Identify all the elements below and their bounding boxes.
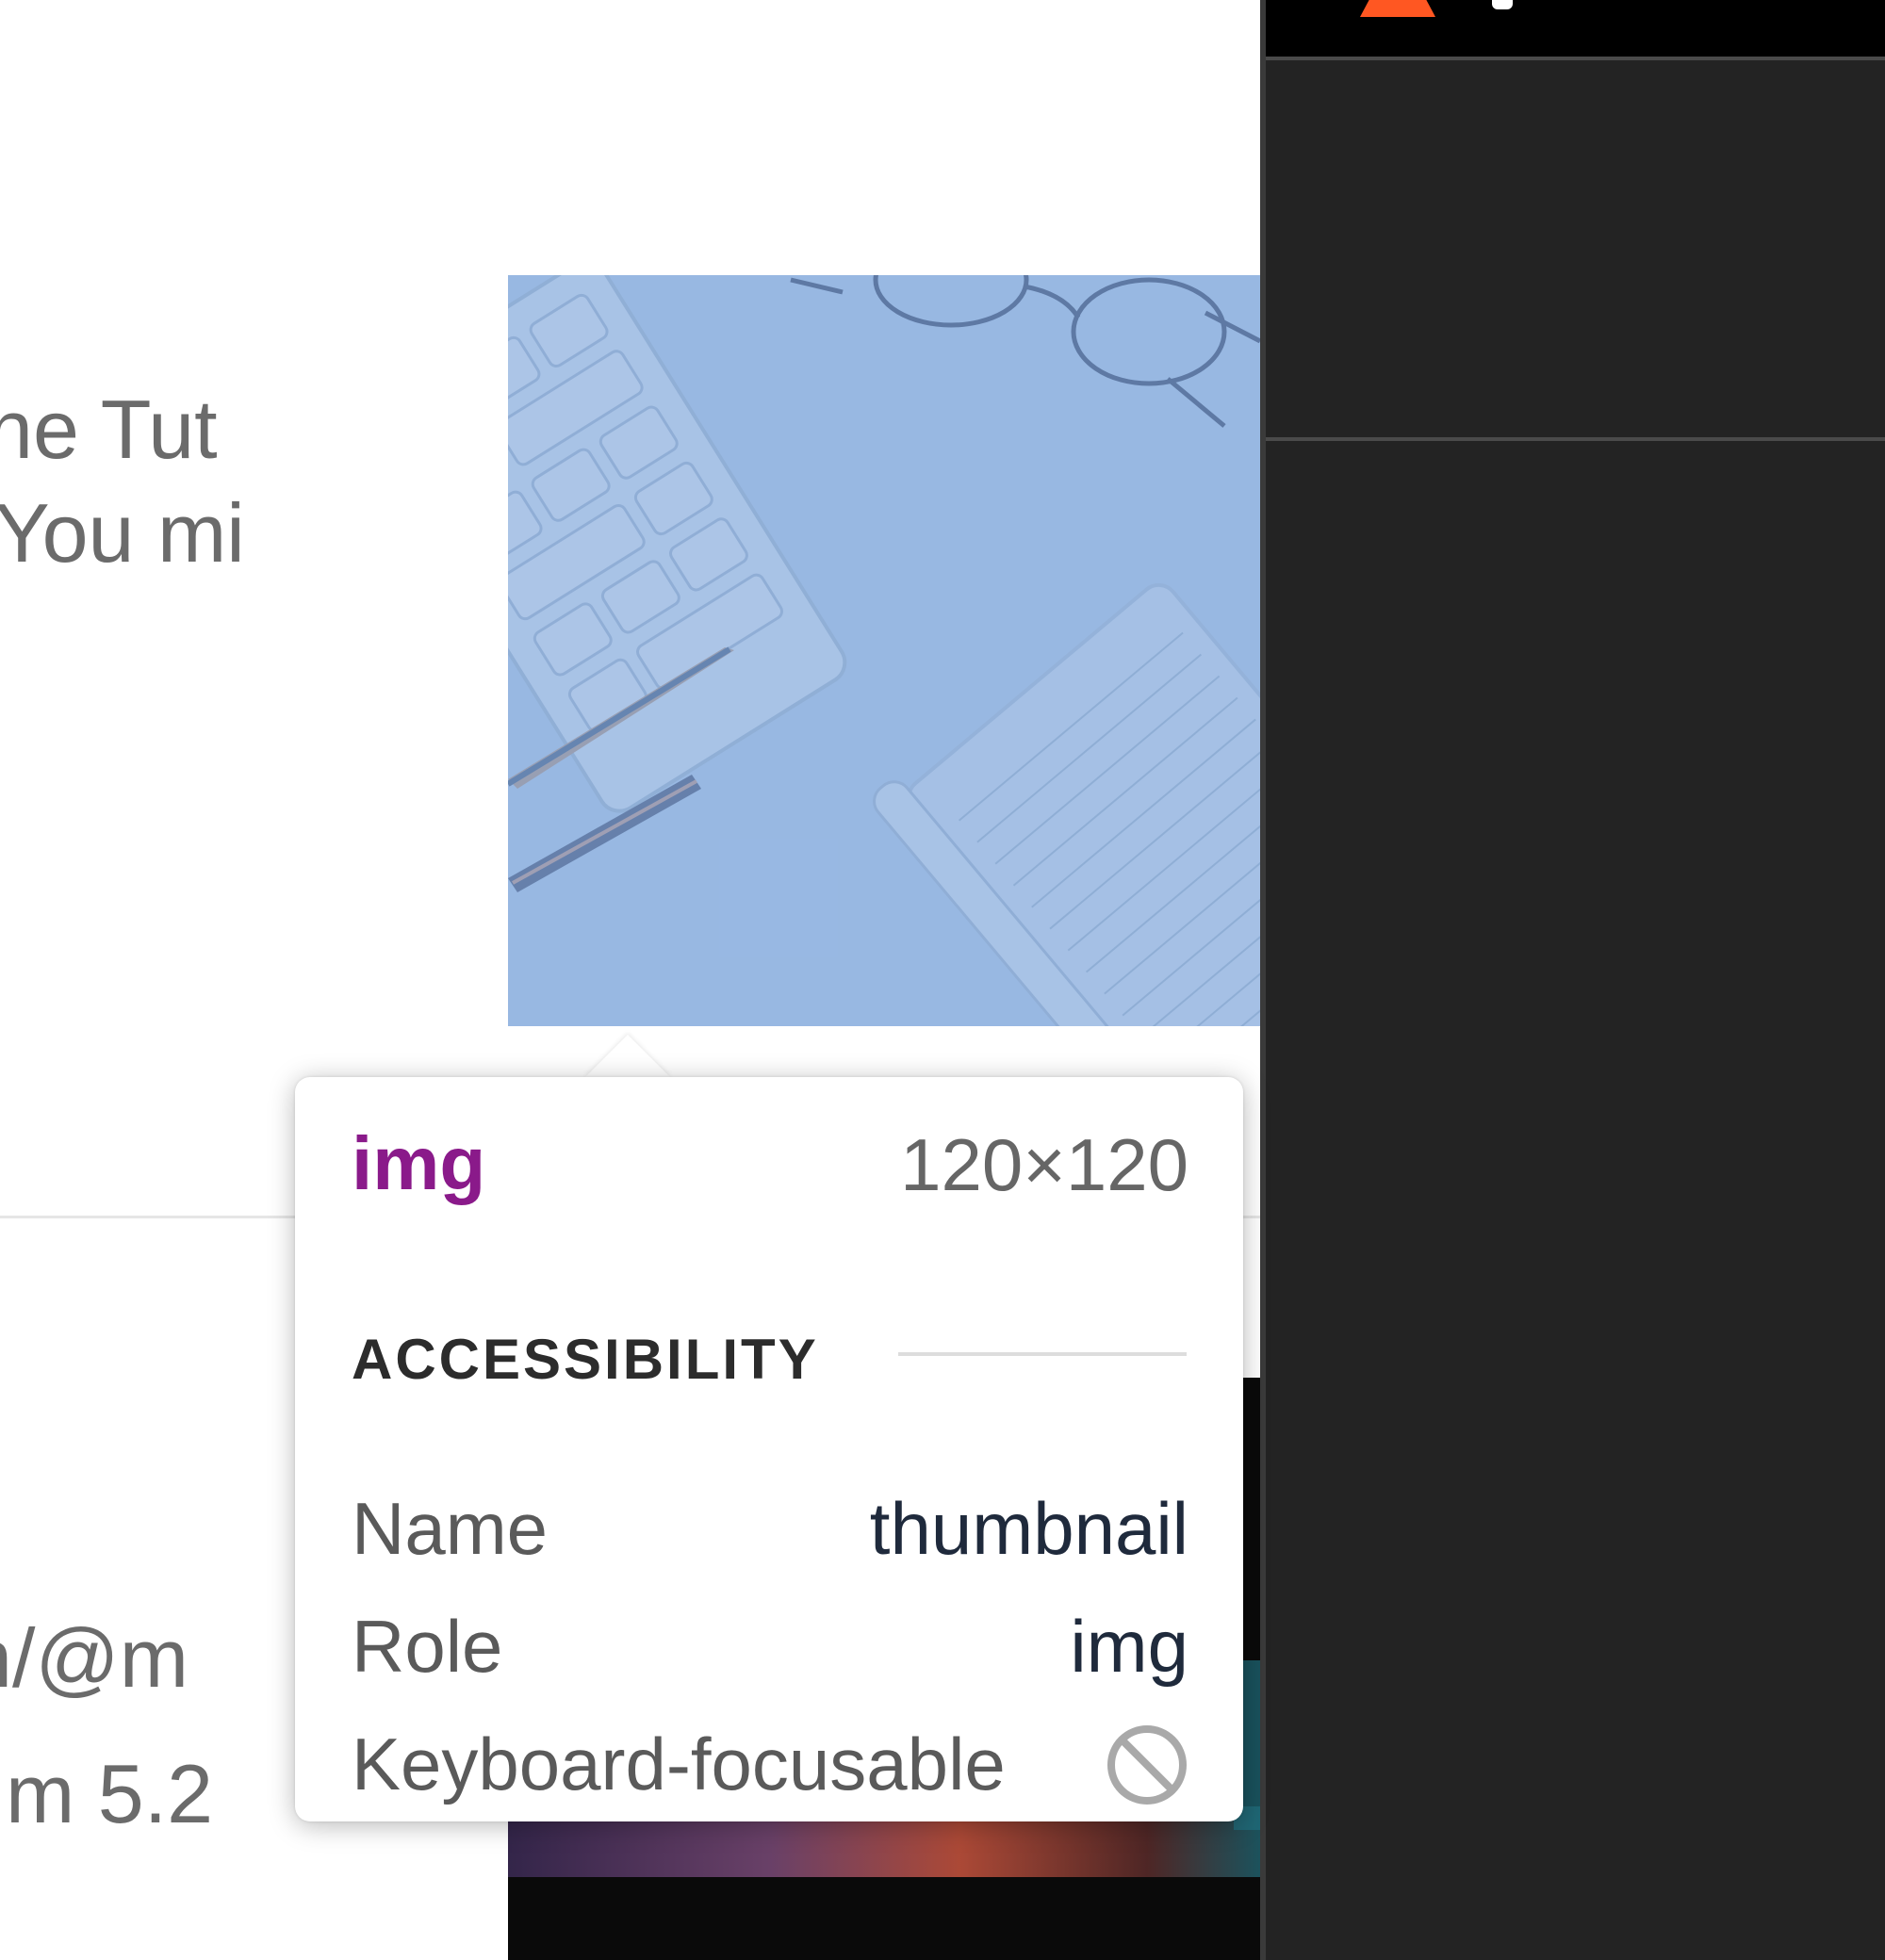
article-text-fragment: n/@m: [0, 1611, 189, 1705]
desk-photo: [508, 275, 1260, 1026]
row-value: thumbnail: [869, 1487, 1188, 1570]
accessibility-row-name: Name thumbnail: [352, 1492, 1188, 1576]
section-rule: [898, 1352, 1187, 1356]
dark-side-panel: [1260, 0, 1885, 1960]
article-text-fragment: You mi: [0, 486, 245, 580]
side-panel-header: [1266, 0, 1885, 60]
header-mark-icon: [1492, 0, 1513, 9]
thumbnail-image-highlighted[interactable]: [508, 275, 1260, 1026]
article-text-fragment: m 5.2: [6, 1747, 214, 1840]
element-size: 120×120: [900, 1123, 1188, 1206]
tooltip-arrow: [584, 1035, 671, 1078]
row-key: Role: [352, 1605, 503, 1688]
accessibility-section-title: ACCESSIBILITY: [352, 1328, 819, 1391]
article-text-fragment: ne Tut: [0, 383, 218, 476]
inspector-tooltip: img 120×120 ACCESSIBILITY Name thumbnail…: [295, 1077, 1243, 1821]
row-key: Keyboard-focusable: [352, 1723, 1006, 1805]
accessibility-row-role: Role img: [352, 1609, 1188, 1694]
brand-logo-icon: [1360, 0, 1435, 17]
accessibility-row-keyboard-focusable: Keyboard-focusable: [352, 1723, 1188, 1812]
row-value: img: [1070, 1605, 1188, 1688]
side-panel-divider: [1266, 437, 1885, 441]
element-tag: img: [352, 1121, 486, 1205]
row-key: Name: [352, 1487, 549, 1570]
not-allowed-icon: [1107, 1725, 1187, 1805]
